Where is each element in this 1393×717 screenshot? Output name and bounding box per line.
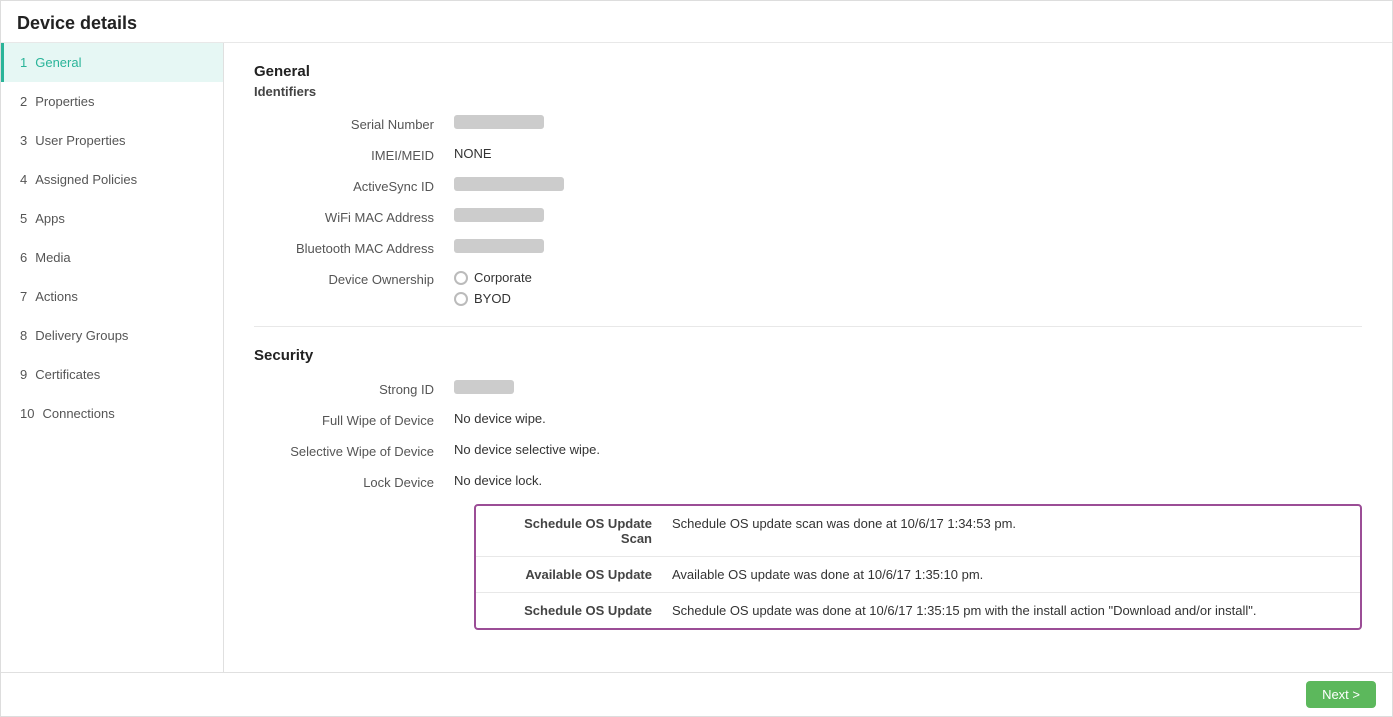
ownership-row: Device Ownership Corporate BYOD <box>254 270 1362 306</box>
sidebar-item-num: 6 <box>20 250 27 265</box>
ownership-corporate-radio[interactable] <box>454 271 468 285</box>
sidebar-item-num: 5 <box>20 211 27 226</box>
selective-wipe-label: Selective Wipe of Device <box>254 442 454 459</box>
bluetooth-row: Bluetooth MAC Address <box>254 239 1362 256</box>
ownership-radio-group: Corporate BYOD <box>454 270 1362 306</box>
sidebar-item-label: Delivery Groups <box>35 328 128 343</box>
ownership-value: Corporate BYOD <box>454 270 1362 306</box>
full-wipe-label: Full Wipe of Device <box>254 411 454 428</box>
selective-wipe-value: No device selective wipe. <box>454 442 1362 457</box>
strong-id-row: Strong ID <box>254 380 1362 397</box>
sidebar-item-num: 9 <box>20 367 27 382</box>
activesync-blur <box>454 177 564 191</box>
available-os-label: Available OS Update <box>492 567 672 582</box>
schedule-os-scan-value: Schedule OS update scan was done at 10/6… <box>672 516 1344 531</box>
sidebar-item-label: Apps <box>35 211 65 226</box>
sidebar-item-label: Certificates <box>35 367 100 382</box>
sidebar-item-num: 1 <box>20 55 27 70</box>
sidebar-item-general[interactable]: 1 General <box>1 43 223 82</box>
selective-wipe-row: Selective Wipe of Device No device selec… <box>254 442 1362 459</box>
strong-id-label: Strong ID <box>254 380 454 397</box>
ownership-corporate-option[interactable]: Corporate <box>454 270 1362 285</box>
strong-id-blur <box>454 380 514 394</box>
bluetooth-label: Bluetooth MAC Address <box>254 239 454 256</box>
lock-device-value: No device lock. <box>454 473 1362 488</box>
wifi-blur <box>454 208 544 222</box>
strong-id-value <box>454 380 1362 394</box>
available-os-row: Available OS Update Available OS update … <box>476 557 1360 593</box>
ownership-byod-label: BYOD <box>474 291 511 306</box>
lock-device-row: Lock Device No device lock. <box>254 473 1362 490</box>
sidebar-item-label: Assigned Policies <box>35 172 137 187</box>
sidebar-item-label: General <box>35 55 81 70</box>
schedule-os-scan-row: Schedule OS Update Scan Schedule OS upda… <box>476 506 1360 557</box>
schedule-os-update-value: Schedule OS update was done at 10/6/17 1… <box>672 603 1344 618</box>
sidebar-item-num: 8 <box>20 328 27 343</box>
section-identifiers-subtitle: Identifiers <box>254 84 1362 99</box>
imei-value: NONE <box>454 146 1362 161</box>
serial-number-row: Serial Number <box>254 115 1362 132</box>
full-wipe-value: No device wipe. <box>454 411 1362 426</box>
sidebar-item-label: Properties <box>35 94 94 109</box>
section-divider <box>254 326 1362 327</box>
sidebar-item-media[interactable]: 6 Media <box>1 238 223 277</box>
footer-bar: Next > <box>1 672 1392 716</box>
ownership-byod-radio[interactable] <box>454 292 468 306</box>
ownership-label: Device Ownership <box>254 270 454 287</box>
activesync-label: ActiveSync ID <box>254 177 454 194</box>
serial-number-label: Serial Number <box>254 115 454 132</box>
sidebar-item-certificates[interactable]: 9 Certificates <box>1 355 223 394</box>
wifi-value <box>454 208 1362 222</box>
main-layout: 1 General 2 Properties 3 User Properties 4 Assi… <box>1 43 1392 672</box>
section-security-title: Security <box>254 347 1362 364</box>
section-general-title: General <box>254 63 1362 80</box>
ownership-byod-option[interactable]: BYOD <box>454 291 1362 306</box>
sidebar-item-delivery-groups[interactable]: 8 Delivery Groups <box>1 316 223 355</box>
serial-number-blur <box>454 115 544 129</box>
available-os-value: Available OS update was done at 10/6/17 … <box>672 567 1344 582</box>
schedule-os-update-label: Schedule OS Update <box>492 603 672 618</box>
sidebar-item-num: 4 <box>20 172 27 187</box>
bluetooth-value <box>454 239 1362 253</box>
full-wipe-row: Full Wipe of Device No device wipe. <box>254 411 1362 428</box>
schedule-os-scan-label: Schedule OS Update Scan <box>492 516 672 546</box>
serial-number-value <box>454 115 1362 129</box>
content-area: General Identifiers Serial Number IMEI/M… <box>224 43 1392 672</box>
sidebar-item-label: Actions <box>35 289 78 304</box>
sidebar-item-label: Connections <box>42 406 114 421</box>
ownership-corporate-label: Corporate <box>474 270 532 285</box>
schedule-os-update-row: Schedule OS Update Schedule OS update wa… <box>476 593 1360 628</box>
sidebar-item-properties[interactable]: 2 Properties <box>1 82 223 121</box>
imei-label: IMEI/MEID <box>254 146 454 163</box>
sidebar-item-num: 2 <box>20 94 27 109</box>
highlighted-box: Schedule OS Update Scan Schedule OS upda… <box>474 504 1362 630</box>
bluetooth-blur <box>454 239 544 253</box>
wifi-row: WiFi MAC Address <box>254 208 1362 225</box>
sidebar-item-num: 3 <box>20 133 27 148</box>
activesync-row: ActiveSync ID <box>254 177 1362 194</box>
sidebar-item-user-properties[interactable]: 3 User Properties <box>1 121 223 160</box>
sidebar-item-actions[interactable]: 7 Actions <box>1 277 223 316</box>
lock-device-label: Lock Device <box>254 473 454 490</box>
sidebar: 1 General 2 Properties 3 User Properties 4 Assi… <box>1 43 224 672</box>
activesync-value <box>454 177 1362 191</box>
sidebar-item-num: 7 <box>20 289 27 304</box>
sidebar-item-apps[interactable]: 5 Apps <box>1 199 223 238</box>
sidebar-item-label: User Properties <box>35 133 125 148</box>
next-button[interactable]: Next > <box>1306 681 1376 708</box>
page-title-bar: Device details <box>1 1 1392 43</box>
sidebar-item-connections[interactable]: 10 Connections <box>1 394 223 433</box>
sidebar-item-num: 10 <box>20 406 34 421</box>
app-container: Device details 1 General 2 Properties 3 User … <box>0 0 1393 717</box>
sidebar-item-assigned-policies[interactable]: 4 Assigned Policies <box>1 160 223 199</box>
page-title: Device details <box>17 13 1376 34</box>
wifi-label: WiFi MAC Address <box>254 208 454 225</box>
sidebar-item-label: Media <box>35 250 70 265</box>
imei-row: IMEI/MEID NONE <box>254 146 1362 163</box>
